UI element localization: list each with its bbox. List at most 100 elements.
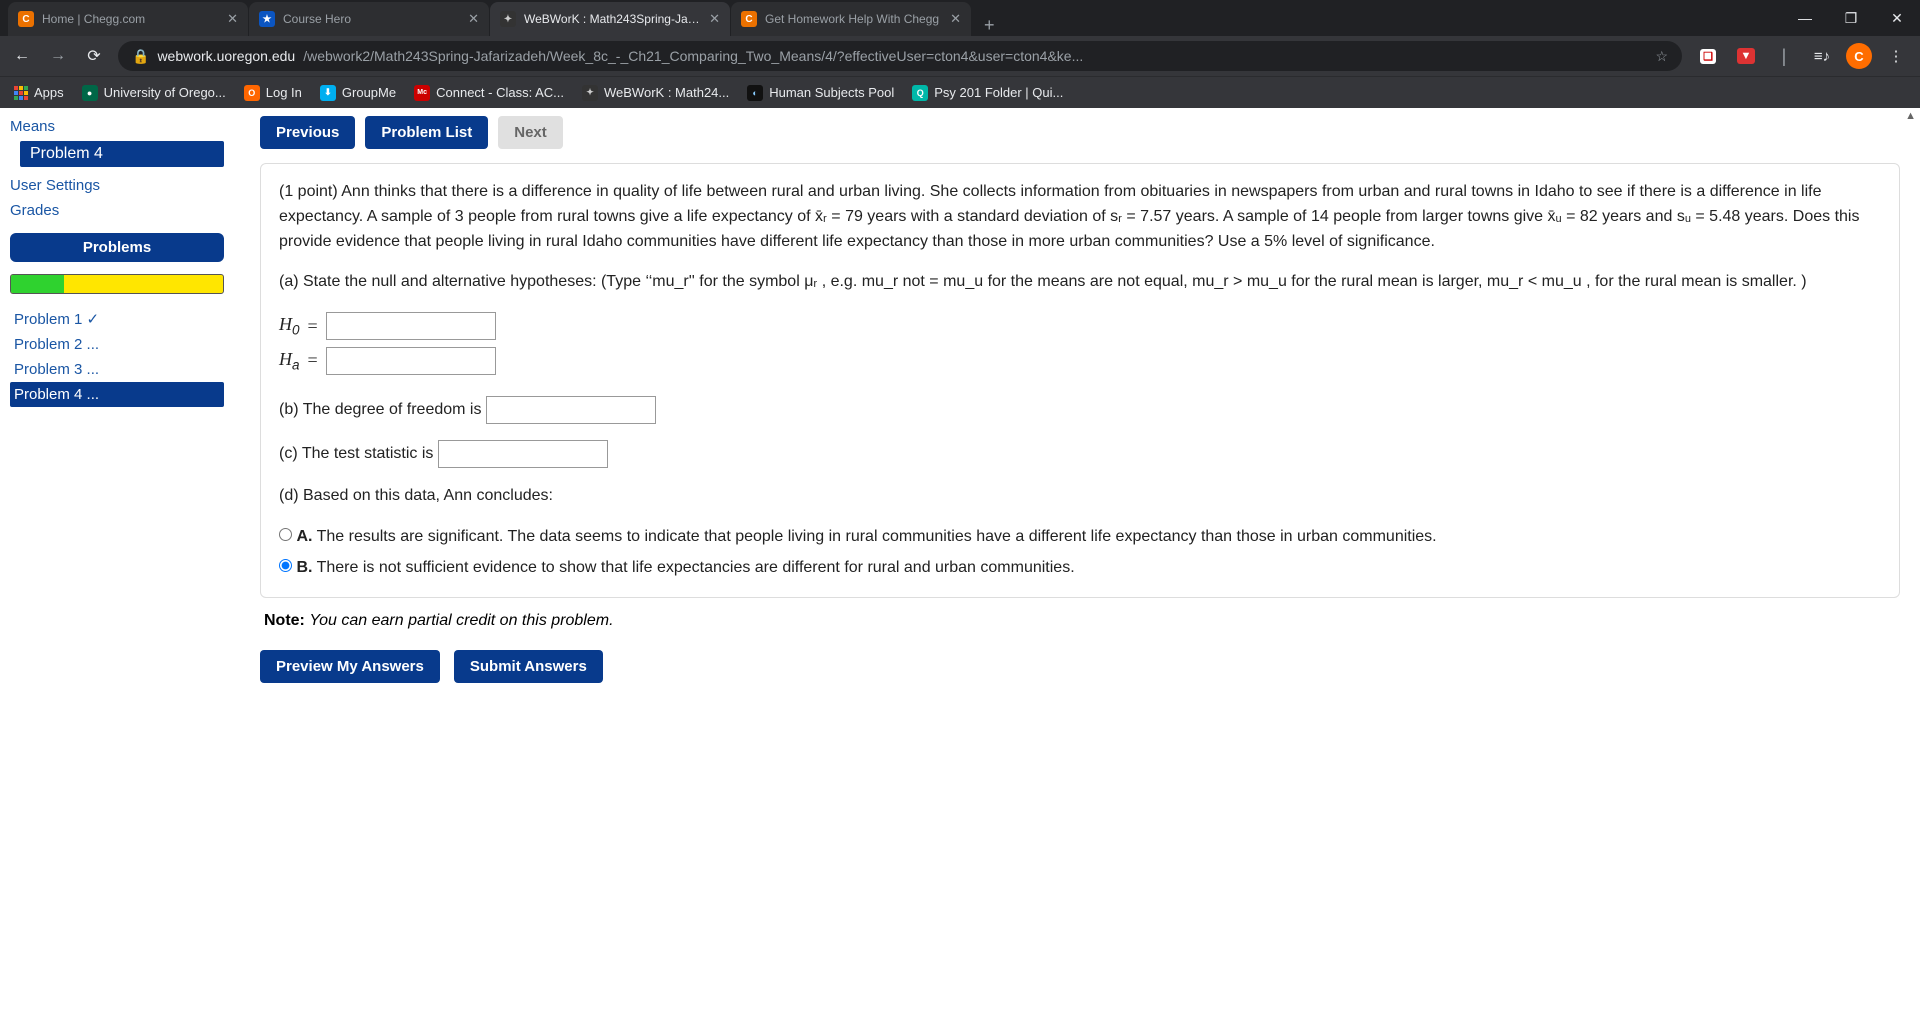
favicon-icon: C xyxy=(741,11,757,27)
bookmark-label: Apps xyxy=(34,85,64,100)
address-bar: ← → ⟳ 🔒 webwork.uoregon.edu/webwork2/Mat… xyxy=(0,36,1920,76)
note-text: You can earn partial credit on this prob… xyxy=(309,612,613,629)
playlist-icon[interactable]: ≡♪ xyxy=(1808,42,1836,70)
choice-b[interactable]: B. There is not sufficient evidence to s… xyxy=(279,556,1881,581)
menu-icon[interactable]: ⋮ xyxy=(1882,42,1910,70)
bookmark-label: University of Orego... xyxy=(104,85,226,100)
choice-a[interactable]: A. The results are significant. The data… xyxy=(279,525,1881,550)
problem-part-b: (b) The degree of freedom is xyxy=(279,401,481,418)
problem-part-c: (c) The test statistic is xyxy=(279,445,433,462)
close-window-icon[interactable]: ✕ xyxy=(1874,0,1920,36)
bookmark-label: Human Subjects Pool xyxy=(769,85,894,100)
problem-part-d: (d) Based on this data, Ann concludes: xyxy=(279,484,1881,509)
profile-avatar[interactable]: C xyxy=(1846,43,1872,69)
problem-list-item[interactable]: Problem 1 ✓ xyxy=(10,306,224,332)
choice-b-radio[interactable] xyxy=(279,559,292,572)
browser-tab[interactable]: C Get Homework Help With Chegg ✕ xyxy=(731,2,971,36)
problem-box: (1 point) Ann thinks that there is a dif… xyxy=(260,163,1900,598)
bookmark-item[interactable]: Q Psy 201 Folder | Qui... xyxy=(912,85,1063,101)
scrollbar[interactable]: ▲ xyxy=(1902,108,1918,1020)
h0-input[interactable] xyxy=(326,312,496,340)
favicon-icon: ★ xyxy=(259,11,275,27)
problem-intro: (1 point) Ann thinks that there is a dif… xyxy=(279,180,1881,254)
favicon-icon: ● xyxy=(82,85,98,101)
note: Note: You can earn partial credit on thi… xyxy=(264,612,1900,630)
browser-tab-active[interactable]: ✦ WeBWorK : Math243Spring-Jafari ✕ xyxy=(490,2,730,36)
apps-shortcut[interactable]: Apps xyxy=(14,85,64,100)
bookmark-item[interactable]: ⬇GroupMe xyxy=(320,85,396,101)
tab-title: Course Hero xyxy=(283,12,460,26)
maximize-icon[interactable]: ❐ xyxy=(1828,0,1874,36)
problem-part-a: (a) State the null and alternative hypot… xyxy=(279,270,1881,295)
ext-shield-icon[interactable]: ▼ xyxy=(1732,42,1760,70)
scroll-up-icon[interactable]: ▲ xyxy=(1905,110,1916,122)
sidebar-link-grades[interactable]: Grades xyxy=(10,198,224,223)
minimize-icon[interactable]: — xyxy=(1782,0,1828,36)
problem-list-item-current[interactable]: Problem 4 ... xyxy=(10,382,224,407)
favicon-icon: ◐ xyxy=(747,85,763,101)
browser-tab[interactable]: C Home | Chegg.com ✕ xyxy=(8,2,248,36)
sidebar-link-means[interactable]: Means xyxy=(10,114,224,139)
next-button[interactable]: Next xyxy=(498,116,563,149)
divider: | xyxy=(1770,42,1798,70)
url-path: /webwork2/Math243Spring-Jafarizadeh/Week… xyxy=(303,48,1083,64)
tab-title: Get Homework Help With Chegg xyxy=(765,12,942,26)
bookmark-item[interactable]: O Log In xyxy=(244,85,302,101)
problem-list-button[interactable]: Problem List xyxy=(365,116,488,149)
ha-label: Ha xyxy=(279,346,300,377)
apps-icon xyxy=(14,86,28,100)
problem-list: Problem 1 ✓ Problem 2 ... Problem 3 ... … xyxy=(10,306,224,407)
favicon-icon: Q xyxy=(912,85,928,101)
url-host: webwork.uoregon.edu xyxy=(157,48,295,64)
problem-list-item[interactable]: Problem 2 ... xyxy=(10,332,224,357)
reload-button[interactable]: ⟳ xyxy=(82,46,106,66)
sidebar-header-problems: Problems xyxy=(10,233,224,262)
bookmark-label: Connect - Class: AC... xyxy=(436,85,564,100)
new-tab-button[interactable]: + xyxy=(972,15,1007,36)
ha-input[interactable] xyxy=(326,347,496,375)
favicon-icon: ✦ xyxy=(500,11,516,27)
back-button[interactable]: ← xyxy=(10,47,34,65)
preview-answers-button[interactable]: Preview My Answers xyxy=(260,650,440,683)
favicon-icon: O xyxy=(244,85,260,101)
sidebar-link-user-settings[interactable]: User Settings xyxy=(10,173,224,198)
favicon-icon: ✦ xyxy=(582,85,598,101)
close-icon[interactable]: ✕ xyxy=(709,11,720,27)
bookmarks-bar: Apps ● University of Orego... O Log In ⬇Gr… xyxy=(0,76,1920,108)
bookmark-item[interactable]: ✦WeBWorK : Math24... xyxy=(582,85,729,101)
star-icon[interactable]: ☆ xyxy=(1655,48,1668,65)
note-label: Note: xyxy=(264,612,305,629)
sidebar-item-problem4[interactable]: Problem 4 xyxy=(20,141,224,167)
close-icon[interactable]: ✕ xyxy=(950,11,961,27)
problem-list-item[interactable]: Problem 3 ... xyxy=(10,357,224,382)
bookmark-item[interactable]: Mc Connect - Class: AC... xyxy=(414,85,564,101)
window-controls: — ❐ ✕ xyxy=(1782,0,1920,36)
bookmark-label: Log In xyxy=(266,85,302,100)
test-stat-input[interactable] xyxy=(438,440,608,468)
bookmark-label: Psy 201 Folder | Qui... xyxy=(934,85,1063,100)
previous-button[interactable]: Previous xyxy=(260,116,355,149)
tab-title: WeBWorK : Math243Spring-Jafari xyxy=(524,12,701,26)
h0-label: H0 xyxy=(279,311,300,342)
lock-icon: 🔒 xyxy=(132,48,149,65)
bookmark-item[interactable]: ◐ Human Subjects Pool xyxy=(747,85,894,101)
close-icon[interactable]: ✕ xyxy=(468,11,479,27)
df-input[interactable] xyxy=(486,396,656,424)
choice-a-text: The results are significant. The data se… xyxy=(317,528,1437,545)
bookmark-label: GroupMe xyxy=(342,85,396,100)
choice-b-text: There is not sufficient evidence to show… xyxy=(317,559,1075,576)
bookmark-item[interactable]: ● University of Orego... xyxy=(82,85,226,101)
submit-answers-button[interactable]: Submit Answers xyxy=(454,650,603,683)
choice-a-radio[interactable] xyxy=(279,528,292,541)
favicon-icon: Mc xyxy=(414,85,430,101)
forward-button[interactable]: → xyxy=(46,47,70,65)
browser-tab[interactable]: ★ Course Hero ✕ xyxy=(249,2,489,36)
favicon-icon: C xyxy=(18,11,34,27)
url-field[interactable]: 🔒 webwork.uoregon.edu/webwork2/Math243Sp… xyxy=(118,41,1682,71)
close-icon[interactable]: ✕ xyxy=(227,11,238,27)
progress-bar xyxy=(10,274,224,294)
ext-mcafee-icon[interactable]: ❏ xyxy=(1694,42,1722,70)
browser-tab-strip: C Home | Chegg.com ✕ ★ Course Hero ✕ ✦ W… xyxy=(0,0,1920,36)
main-content: Previous Problem List Next (1 point) Ann… xyxy=(234,108,1920,1020)
tab-title: Home | Chegg.com xyxy=(42,12,219,26)
